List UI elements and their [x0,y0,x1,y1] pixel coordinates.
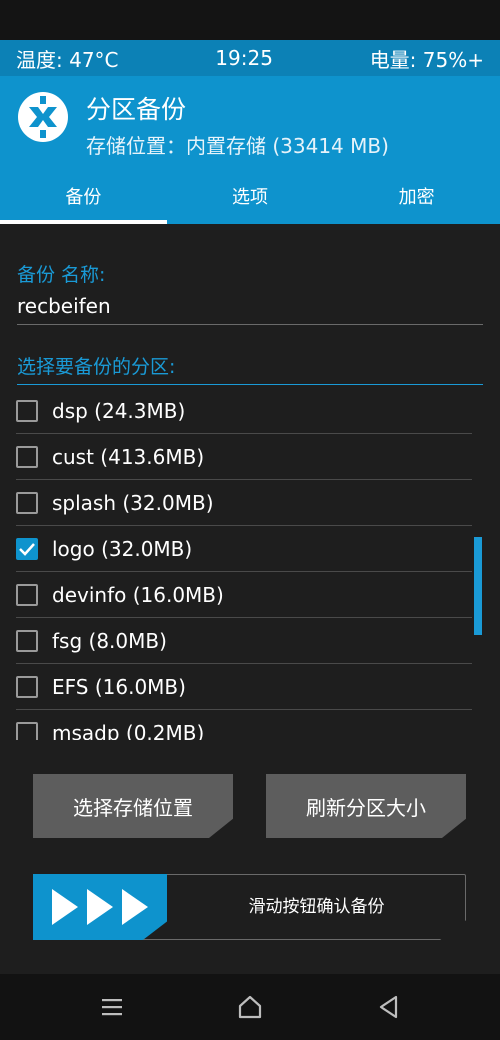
partition-list[interactable]: dsp (24.3MB) cust (413.6MB) splash (32.0MB… [16,388,472,740]
page-title: 分区备份 [86,95,187,124]
partition-item[interactable]: EFS (16.0MB) [16,664,472,710]
tab-options[interactable]: 选项 [167,174,334,224]
partition-item[interactable]: logo (32.0MB) [16,526,472,572]
partition-label: dsp (24.3MB) [52,398,186,423]
tab-backup[interactable]: 备份 [0,174,167,224]
top-black-bar [0,0,500,40]
backup-name-field[interactable]: recbeifen [17,290,483,325]
triple-arrow-icon [52,889,148,925]
twrp-logo-icon [18,92,68,142]
temperature-text: 温度: 47°C [16,47,119,72]
partition-label: devinfo (16.0MB) [52,582,224,607]
back-icon[interactable] [376,994,402,1020]
checkbox-icon[interactable] [16,583,38,606]
checkbox-icon[interactable] [16,721,38,740]
partition-item[interactable]: devinfo (16.0MB) [16,572,472,618]
select-storage-button[interactable]: 选择存储位置 [33,774,233,838]
checkbox-icon[interactable] [16,491,38,514]
checkbox-icon[interactable] [16,675,38,698]
tab-bar: 备份 选项 加密 [0,174,500,224]
checkbox-icon[interactable] [16,629,38,652]
partition-select-label: 选择要备份的分区: [17,352,483,385]
partition-list-scrollbar[interactable] [474,537,482,635]
partition-label: msadp (0.2MB) [52,720,205,741]
clock-text: 19:25 [215,46,273,70]
menu-icon[interactable] [99,994,125,1020]
checkbox-icon[interactable] [16,399,38,422]
partition-label: fsg (8.0MB) [52,628,167,653]
home-icon[interactable] [237,994,263,1020]
tab-encryption[interactable]: 加密 [333,174,500,224]
partition-item[interactable]: cust (413.6MB) [16,434,472,480]
battery-text: 电量: 75%+ [369,47,484,72]
slider-handle[interactable] [33,874,167,940]
partition-item[interactable]: fsg (8.0MB) [16,618,472,664]
navigation-bar [0,974,500,1040]
checkbox-checked-icon[interactable] [16,537,38,560]
swipe-to-backup-slider[interactable]: 滑动按钮确认备份 [33,874,466,940]
partition-label: cust (413.6MB) [52,444,205,469]
storage-location-text: 存储位置：内置存储 (33414 MB) [86,134,389,158]
partition-item[interactable]: splash (32.0MB) [16,480,472,526]
partition-label: EFS (16.0MB) [52,674,186,699]
partition-item[interactable]: msadp (0.2MB) [16,710,472,740]
slider-label: 滑动按钮确认备份 [248,897,385,917]
refresh-sizes-button[interactable]: 刷新分区大小 [266,774,466,838]
checkbox-icon[interactable] [16,445,38,468]
backup-name-label: 备份 名称: [17,264,106,286]
partition-label: logo (32.0MB) [52,536,193,561]
page-header: 分区备份 存储位置：内置存储 (33414 MB) [0,76,500,174]
status-bar: 温度: 47°C 19:25 电量: 75%+ [0,40,500,76]
partition-item[interactable]: dsp (24.3MB) [16,388,472,434]
main-content: 备份 名称: recbeifen 选择要备份的分区: dsp (24.3MB) c… [0,224,500,974]
partition-label: splash (32.0MB) [52,490,214,515]
